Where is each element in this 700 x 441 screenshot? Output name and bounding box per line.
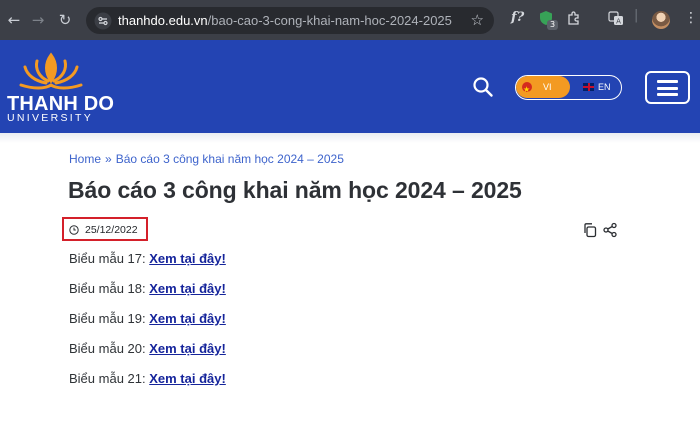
university-logo-icon[interactable] [15, 51, 87, 91]
post-date-highlight: 25/12/2022 [62, 217, 148, 241]
logo-subtitle: UNIVERSITY [7, 112, 94, 124]
form-18-view-link[interactable]: Xem tại đây! [149, 281, 226, 296]
menu-hamburger-icon[interactable] [645, 71, 690, 104]
uk-flag-icon [583, 83, 594, 91]
url-path: /bao-cao-3-cong-khai-nam-hoc-2024-2025 [207, 13, 452, 28]
form-21-view-link[interactable]: Xem tại đây! [149, 371, 226, 386]
form-row-18: Biểu mẫu 18: Xem tại đây! [69, 281, 226, 296]
clock-icon [69, 225, 79, 235]
toolbar-divider: | [634, 8, 639, 23]
share-icon[interactable] [602, 222, 618, 238]
profile-avatar[interactable] [652, 11, 670, 29]
form-row-19: Biểu mẫu 19: Xem tại đây! [69, 311, 226, 326]
url-host: thanhdo.edu.vn [118, 13, 208, 28]
copy-icon[interactable] [582, 222, 598, 238]
breadcrumb-separator: » [105, 152, 112, 166]
url-text[interactable]: thanhdo.edu.vn/bao-cao-3-cong-khai-nam-h… [118, 13, 452, 28]
extensions-puzzle-icon[interactable] [566, 10, 582, 30]
form-label: Biểu mẫu 19: [69, 311, 146, 326]
extension-badge: 3 [547, 20, 558, 30]
site-info-icon[interactable] [94, 12, 112, 30]
lang-vi-label: VI [543, 82, 552, 92]
site-header: THANH DO UNIVERSITY VI EN [0, 40, 700, 133]
address-bar[interactable]: thanhdo.edu.vn/bao-cao-3-cong-khai-nam-h… [86, 7, 494, 34]
form-label: Biểu mẫu 17: [69, 251, 146, 266]
form-row-17: Biểu mẫu 17: Xem tại đây! [69, 251, 226, 266]
svg-text:A: A [616, 18, 621, 26]
bookmark-star-icon[interactable]: ☆ [471, 11, 484, 29]
form-17-view-link[interactable]: Xem tại đây! [149, 251, 226, 266]
form-label: Biểu mẫu 20: [69, 341, 146, 356]
back-arrow-icon[interactable]: ← [6, 12, 22, 28]
form-row-20: Biểu mẫu 20: Xem tại đây! [69, 341, 226, 356]
post-date: 25/12/2022 [85, 224, 138, 236]
shield-extension-icon[interactable]: 3 [538, 10, 558, 30]
form-20-view-link[interactable]: Xem tại đây! [149, 341, 226, 356]
lang-vi-button[interactable]: VI [516, 76, 570, 99]
reload-icon[interactable]: ↻ [57, 12, 73, 28]
breadcrumb-home-link[interactable]: Home [69, 152, 101, 166]
form-label: Biểu mẫu 18: [69, 281, 146, 296]
vietnam-flag-icon [522, 79, 532, 99]
form-row-21: Biểu mẫu 21: Xem tại đây! [69, 371, 226, 386]
page-title: Báo cáo 3 công khai năm học 2024 – 2025 [68, 177, 522, 203]
language-switcher: VI EN [515, 75, 622, 100]
header-shadow [0, 133, 700, 143]
lang-en-button[interactable]: EN [576, 76, 621, 98]
browser-menu-icon[interactable]: ⋮ [684, 10, 698, 26]
forward-arrow-icon[interactable]: → [30, 12, 46, 28]
breadcrumb-current[interactable]: Báo cáo 3 công khai năm học 2024 – 2025 [116, 152, 344, 166]
lang-en-label: EN [598, 82, 611, 92]
fx-extension-icon[interactable]: f? [511, 10, 524, 30]
translate-icon[interactable]: A [608, 10, 624, 30]
form-label: Biểu mẫu 21: [69, 371, 146, 386]
search-icon[interactable] [472, 76, 494, 98]
browser-toolbar: ← → ↻ thanhdo.edu.vn/bao-cao-3-cong-khai… [0, 0, 700, 40]
form-19-view-link[interactable]: Xem tại đây! [149, 311, 226, 326]
breadcrumb: Home » Báo cáo 3 công khai năm học 2024 – … [69, 152, 344, 166]
